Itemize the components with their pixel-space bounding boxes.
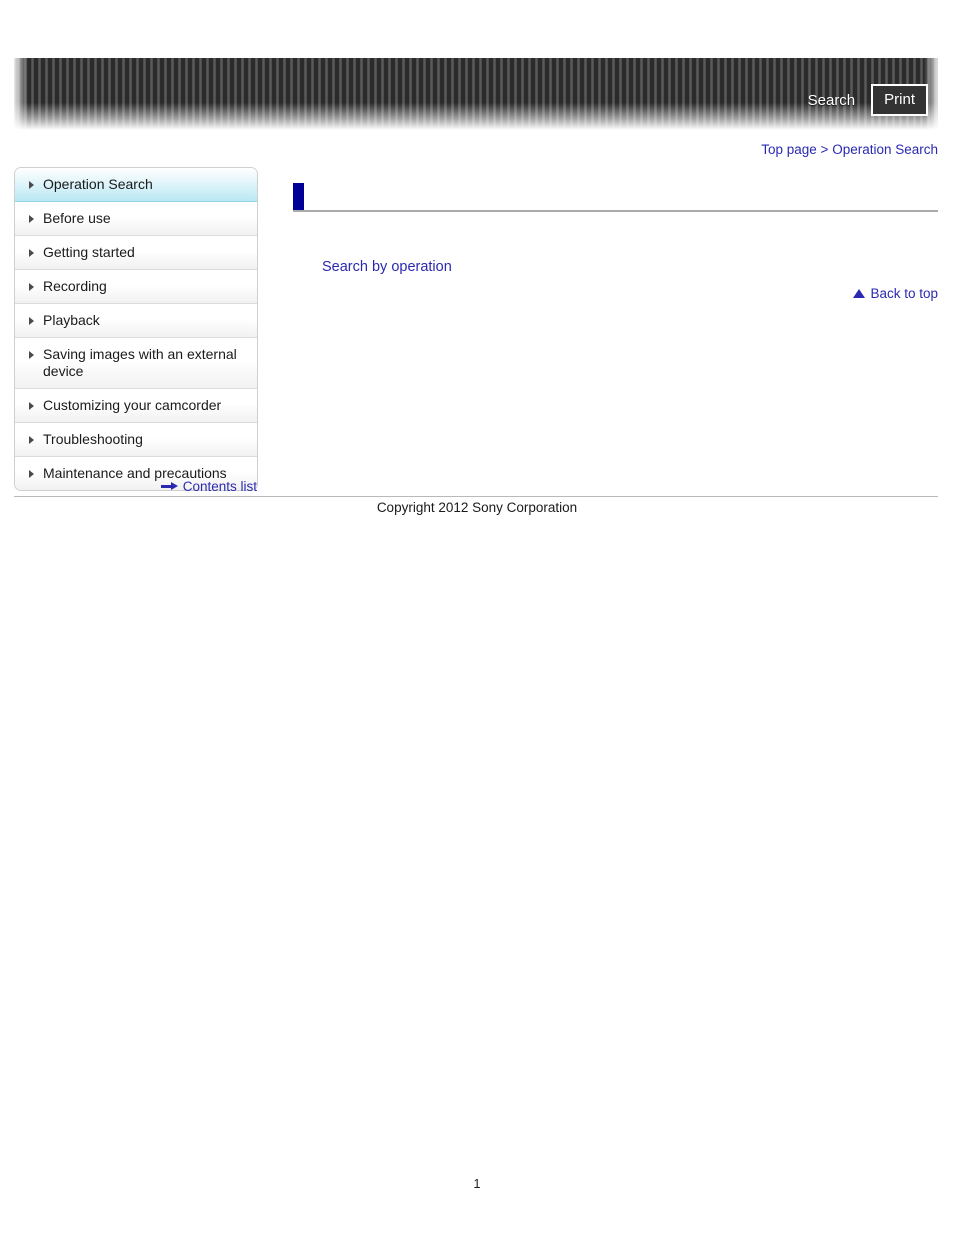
sidebar-navigation: Operation Search Before use Getting star… bbox=[14, 167, 258, 491]
sidebar-item-label: Operation Search bbox=[43, 176, 153, 192]
copyright-text: Copyright 2012 Sony Corporation bbox=[376, 500, 578, 515]
sidebar-item-label: Playback bbox=[43, 312, 100, 328]
triangle-right-icon bbox=[29, 470, 34, 478]
breadcrumb: Top page > Operation Search bbox=[761, 142, 938, 157]
sidebar-item-playback[interactable]: Playback bbox=[15, 304, 257, 338]
breadcrumb-separator: > bbox=[820, 142, 829, 157]
sidebar-item-recording[interactable]: Recording bbox=[15, 270, 257, 304]
sidebar-item-saving-images[interactable]: Saving images with an external device bbox=[15, 338, 257, 389]
sidebar-item-label: Saving images with an external device bbox=[43, 346, 237, 379]
page-number: 1 bbox=[473, 1177, 481, 1191]
sidebar-item-getting-started[interactable]: Getting started bbox=[15, 236, 257, 270]
header-controls: Search Print bbox=[808, 84, 928, 116]
page-title bbox=[293, 183, 938, 212]
heading-marker bbox=[293, 183, 304, 210]
back-to-top-link[interactable]: Back to top bbox=[853, 286, 938, 301]
sidebar-item-label: Getting started bbox=[43, 244, 135, 260]
sidebar-item-customizing-camcorder[interactable]: Customizing your camcorder bbox=[15, 389, 257, 423]
triangle-up-icon bbox=[853, 289, 866, 298]
triangle-right-icon bbox=[29, 283, 34, 291]
footer-divider bbox=[14, 496, 938, 497]
search-link[interactable]: Search bbox=[808, 93, 856, 108]
sidebar-item-label: Before use bbox=[43, 210, 111, 226]
sidebar-item-before-use[interactable]: Before use bbox=[15, 202, 257, 236]
breadcrumb-current[interactable]: Operation Search bbox=[832, 142, 938, 157]
search-by-operation-link[interactable]: Search by operation bbox=[322, 259, 452, 275]
breadcrumb-top-page[interactable]: Top page bbox=[761, 142, 817, 157]
triangle-right-icon bbox=[29, 249, 34, 257]
triangle-right-icon bbox=[29, 351, 34, 359]
sidebar-item-label: Troubleshooting bbox=[43, 431, 143, 447]
triangle-right-icon bbox=[29, 181, 34, 189]
triangle-right-icon bbox=[29, 402, 34, 410]
arrow-right-icon bbox=[160, 482, 178, 491]
contents-list-link[interactable]: Contents list bbox=[160, 479, 257, 494]
sidebar-item-label: Recording bbox=[43, 278, 107, 294]
sidebar-item-label: Customizing your camcorder bbox=[43, 397, 222, 413]
triangle-right-icon bbox=[29, 317, 34, 325]
header-banner: Search Print bbox=[14, 58, 938, 130]
main-content: Search by operation Back to top bbox=[293, 183, 938, 301]
triangle-right-icon bbox=[29, 215, 34, 223]
back-to-top-label: Back to top bbox=[870, 286, 938, 301]
triangle-right-icon bbox=[29, 436, 34, 444]
print-button[interactable]: Print bbox=[871, 84, 928, 116]
sidebar-item-troubleshooting[interactable]: Troubleshooting bbox=[15, 423, 257, 457]
header-fade-left bbox=[14, 58, 28, 130]
contents-list-label: Contents list bbox=[182, 479, 257, 494]
sidebar-item-operation-search[interactable]: Operation Search bbox=[15, 168, 257, 202]
